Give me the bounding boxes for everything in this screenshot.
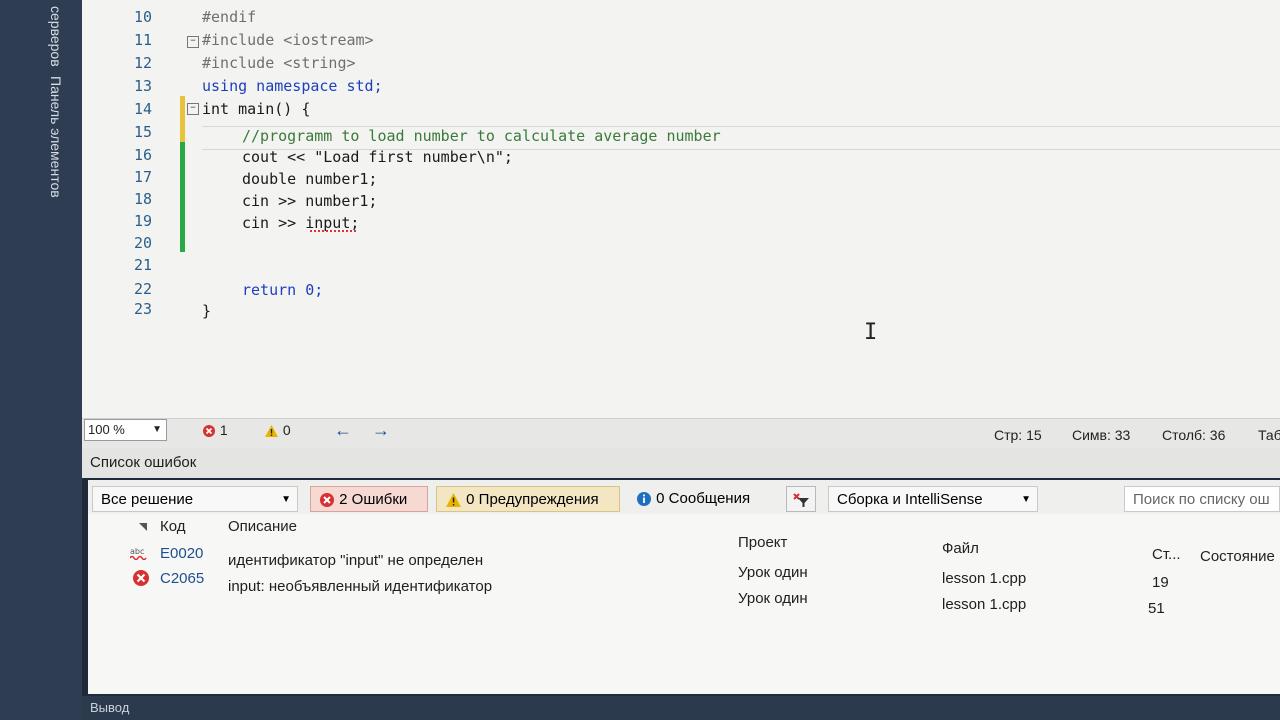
error-icon: [203, 425, 215, 438]
code-line: return 0;: [242, 281, 324, 299]
error-icon: [320, 493, 334, 508]
error-list-title: Список ошибок: [82, 448, 1280, 478]
line-number: 15: [133, 123, 152, 141]
error-project: Урок один: [738, 590, 808, 607]
column-header-state[interactable]: Состояние: [1200, 544, 1275, 570]
tab-indicator: Таб: [1258, 427, 1280, 443]
warning-icon: [446, 493, 461, 508]
line-number: 23: [133, 300, 152, 318]
column-header-line[interactable]: Ст...: [1152, 542, 1181, 568]
error-icon: [133, 570, 149, 586]
server-explorer-tab[interactable]: серверов: [48, 6, 64, 67]
info-icon: [637, 492, 651, 507]
intellisense-error-icon: abc: [130, 547, 147, 560]
code-line: #endif: [202, 8, 257, 26]
line-number: 19: [133, 212, 152, 230]
error-project: Урок один: [738, 564, 808, 581]
column-header-file[interactable]: Файл: [942, 536, 979, 562]
zoom-select[interactable]: 100 % ▼: [84, 419, 167, 441]
warning-icon: [265, 425, 278, 438]
filter-toggle-button[interactable]: [786, 486, 816, 512]
line-number: 18: [133, 190, 152, 208]
unsaved-change-bar: [180, 96, 185, 142]
sort-icon: [139, 523, 147, 532]
line-indicator: Стр: 15: [994, 427, 1042, 443]
error-file: lesson 1.cpp: [942, 596, 1027, 613]
code-line: cout << "Load first number\n";: [242, 148, 513, 166]
filter-icon: [793, 493, 809, 508]
toolbox-tab[interactable]: Панель элементов: [48, 76, 64, 198]
line-number: 11: [133, 31, 152, 49]
line-number: 16: [133, 146, 152, 164]
text-cursor-icon: I: [864, 320, 878, 345]
column-header-code[interactable]: Код: [160, 514, 186, 540]
code-line: using namespace std;: [202, 77, 383, 95]
svg-text:abc: abc: [130, 547, 144, 556]
error-count[interactable]: 1: [202, 422, 228, 438]
line-number: 21: [133, 256, 152, 274]
line-number: 10: [133, 8, 152, 26]
error-file: lesson 1.cpp: [942, 570, 1027, 587]
code-editor[interactable]: − − 10 #endif 11 #include <iostream> 12 …: [82, 0, 1280, 418]
char-indicator: Симв: 33: [1072, 427, 1131, 443]
line-number: 13: [133, 77, 152, 95]
line-number: 12: [133, 54, 152, 72]
editor-statusbar: 100 % ▼ 1 0 ← → Стр: 15 Симв: 33 Столб: …: [82, 418, 1280, 449]
error-line: 51: [1148, 600, 1165, 617]
line-number: 17: [133, 168, 152, 186]
code-line: int main() {: [202, 100, 311, 118]
chevron-down-icon: ▼: [281, 494, 291, 505]
error-squiggle: [310, 230, 356, 232]
error-description: идентификатор "input" не определен: [228, 552, 484, 569]
scope-select[interactable]: Все решение ▼: [92, 486, 298, 512]
line-number: 22: [133, 280, 152, 298]
output-tab[interactable]: Вывод: [82, 696, 1280, 720]
warnings-filter-button[interactable]: 0 Предупреждения: [436, 486, 620, 512]
code-line-comment: //programm to load number to calculate a…: [242, 127, 721, 145]
fold-toggle-includes[interactable]: −: [187, 36, 199, 48]
error-list-table: Код Описание Проект Файл Ст... Состояние…: [88, 514, 1280, 694]
line-number: 14: [133, 100, 152, 118]
chevron-down-icon: ▼: [1021, 494, 1031, 505]
fold-toggle-main[interactable]: −: [187, 103, 199, 115]
warning-count[interactable]: 0: [264, 422, 291, 438]
code-line: cin >> number1;: [242, 192, 378, 210]
code-line: }: [202, 302, 212, 320]
line-number: 20: [133, 234, 152, 252]
error-list-toolbar: Все решение ▼ 2 Ошибки 0 Предупреждения …: [88, 480, 1280, 514]
navigate-forward-icon[interactable]: →: [372, 420, 390, 441]
error-code[interactable]: C2065: [160, 570, 204, 587]
error-description: input: необъявленный идентификатор: [228, 578, 493, 595]
zoom-value: 100 %: [88, 422, 125, 437]
messages-filter-button[interactable]: 0 Сообщения: [628, 486, 770, 512]
column-indicator: Столб: 36: [1162, 427, 1226, 443]
build-filter-select[interactable]: Сборка и IntelliSense ▼: [828, 486, 1038, 512]
code-line: double number1;: [242, 170, 378, 188]
saved-change-bar: [180, 142, 185, 252]
errors-filter-button[interactable]: 2 Ошибки: [310, 486, 428, 512]
code-line: #include <string>: [202, 54, 356, 72]
error-code[interactable]: E0020: [160, 545, 203, 562]
left-tool-strip: серверов Панель элементов: [0, 0, 82, 720]
error-line: 19: [1152, 574, 1169, 591]
code-line: #include <iostream>: [202, 31, 374, 49]
navigate-back-icon[interactable]: ←: [334, 420, 352, 441]
chevron-down-icon: ▼: [152, 424, 162, 435]
column-header-description[interactable]: Описание: [228, 514, 297, 540]
search-error-list-input[interactable]: Поиск по списку ош: [1124, 486, 1280, 512]
column-header-flag[interactable]: [138, 514, 148, 540]
column-header-project[interactable]: Проект: [738, 530, 787, 556]
